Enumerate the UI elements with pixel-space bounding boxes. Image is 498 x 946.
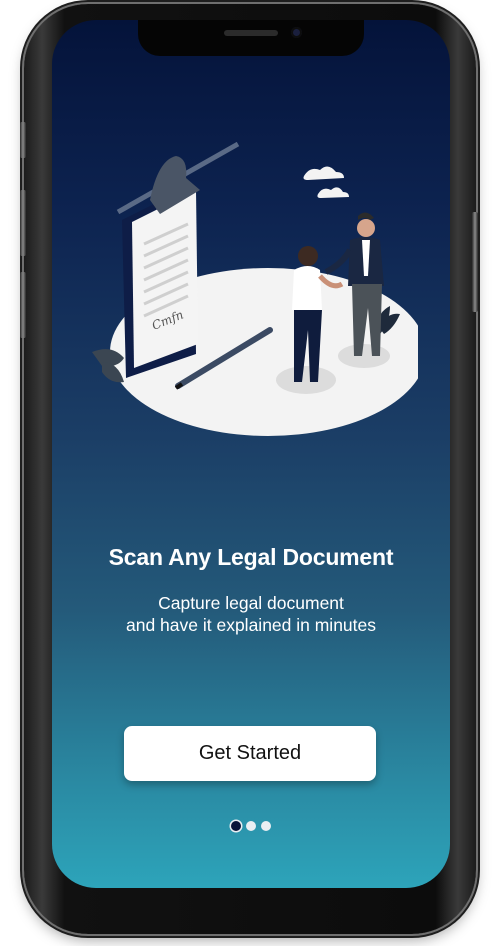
- volume-down-button: [20, 272, 26, 338]
- page-subtitle: Capture legal document and have it expla…: [125, 593, 377, 635]
- page-indicator: [52, 821, 450, 831]
- speaker-grille: [224, 30, 278, 36]
- volume-up-button: [20, 190, 26, 256]
- notch: [138, 20, 364, 56]
- power-button: [472, 212, 478, 312]
- mute-switch: [20, 122, 26, 158]
- page-dot-1[interactable]: [231, 821, 241, 831]
- page-title: Scan Any Legal Document: [108, 544, 394, 570]
- page-dot-2[interactable]: [246, 821, 256, 831]
- cloud-icon: [303, 166, 349, 198]
- legal-document-illustration: Cmfn: [92, 141, 418, 436]
- app-screen: Cmfn Scan Any Legal Document Capture leg…: [52, 20, 450, 888]
- front-camera-icon: [291, 27, 302, 38]
- page-dot-3[interactable]: [261, 821, 271, 831]
- get-started-button[interactable]: Get Started: [124, 726, 376, 781]
